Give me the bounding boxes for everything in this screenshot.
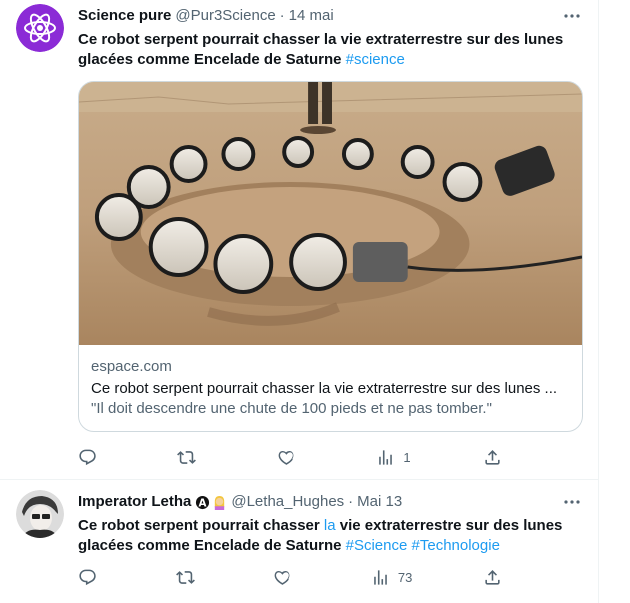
avatar[interactable] (16, 4, 64, 52)
tweet[interactable]: Imperator Letha A @Letha_Hughes · Mai 13… (0, 480, 598, 603)
tweet-header: Imperator Letha A @Letha_Hughes · Mai 13 (78, 492, 582, 512)
retweet-icon (175, 570, 195, 584)
ellipsis-icon (564, 14, 580, 18)
tweet-content: Science pure @Pur3Science · 14 mai Ce ro… (78, 6, 582, 70)
author-name[interactable]: Science pure (78, 6, 171, 26)
separator-dot: · (348, 493, 354, 510)
tweet-text-start: Ce robot serpent pourrait chasser (78, 517, 324, 534)
hashtag-link[interactable]: #science (346, 51, 405, 68)
timeline-divider (598, 0, 599, 603)
tweet-text: Ce robot serpent pourrait chasser la vie… (78, 516, 582, 556)
tweet-date[interactable]: 14 mai (289, 6, 334, 26)
reply-button[interactable] (78, 567, 105, 587)
inline-link[interactable]: la (324, 517, 336, 534)
retweet-icon (177, 450, 197, 464)
avatar[interactable] (16, 490, 64, 538)
tweet-actions: 1 (78, 447, 502, 467)
separator-dot: · (279, 7, 285, 24)
tweet-date[interactable]: Mai 13 (357, 492, 402, 512)
link-card[interactable]: espace.com Ce robot serpent pourrait cha… (78, 81, 583, 432)
retweet-button[interactable] (177, 447, 204, 467)
anarchy-symbol-icon: A (196, 495, 210, 509)
views-button[interactable]: 1 (376, 447, 411, 467)
share-icon (485, 449, 500, 465)
tweet-header: Science pure @Pur3Science · 14 mai (78, 6, 582, 26)
person-avatar (16, 490, 64, 538)
views-count: 73 (397, 569, 413, 585)
author-handle[interactable]: @Letha_Hughes (231, 492, 344, 512)
tweet-text: Ce robot serpent pourrait chasser la vie… (78, 30, 582, 70)
like-button[interactable] (277, 447, 304, 467)
tweet[interactable]: Science pure @Pur3Science · 14 mai Ce ro… (0, 0, 598, 480)
card-title: Ce robot serpent pourrait chasser la vie… (91, 380, 558, 397)
svg-text:A: A (199, 497, 207, 509)
author-name[interactable]: Imperator Letha (78, 492, 191, 512)
woman-tipping-hand-emoji (215, 495, 225, 510)
author-handle[interactable]: @Pur3Science (175, 6, 275, 26)
hashtag-link[interactable]: #Technologie (412, 537, 500, 554)
share-button[interactable] (483, 447, 502, 467)
reply-icon (79, 569, 96, 585)
views-count: 1 (403, 449, 411, 465)
tweet-content: Imperator Letha A @Letha_Hughes · Mai 13… (78, 492, 582, 556)
card-domain: espace.com (91, 358, 172, 375)
ellipsis-icon (564, 500, 580, 504)
reply-button[interactable] (78, 447, 105, 467)
card-image-snake-robot (79, 82, 582, 345)
more-options-button[interactable] (562, 492, 582, 512)
like-button[interactable] (273, 567, 300, 587)
card-body: espace.com Ce robot serpent pourrait cha… (79, 345, 582, 431)
heart-icon (278, 450, 294, 465)
retweet-button[interactable] (175, 567, 203, 587)
views-button[interactable]: 73 (371, 567, 412, 587)
share-icon (485, 569, 500, 585)
atom-icon (16, 4, 64, 52)
heart-icon (274, 570, 290, 585)
views-chart-icon (374, 569, 387, 585)
share-button[interactable] (483, 567, 502, 587)
hashtag-link[interactable]: #Science (346, 537, 408, 554)
card-description: "Il doit descendre une chute de 100 pied… (91, 400, 492, 417)
tweet-actions: 73 (78, 567, 502, 587)
tweet-text-body: Ce robot serpent pourrait chasser la vie… (78, 31, 564, 68)
reply-icon (79, 449, 96, 465)
views-chart-icon (379, 449, 393, 465)
more-options-button[interactable] (562, 6, 582, 26)
